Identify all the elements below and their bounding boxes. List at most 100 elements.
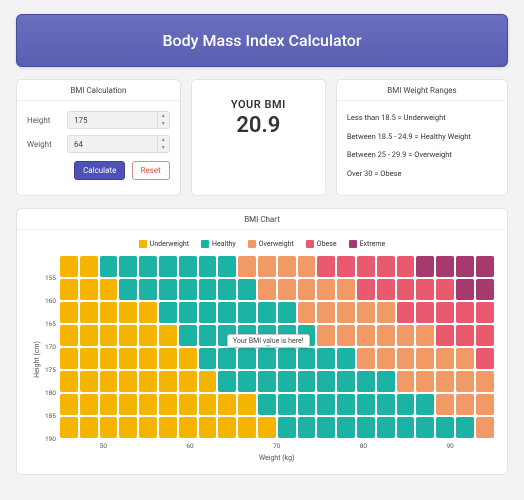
heatmap-cell[interactable] (258, 371, 276, 392)
heatmap-cell[interactable] (60, 348, 78, 369)
heatmap-cell[interactable] (377, 256, 395, 277)
height-input[interactable]: 175 ▴ ▾ (67, 111, 170, 129)
heatmap-cell[interactable] (80, 348, 98, 369)
heatmap-cell[interactable] (60, 417, 78, 438)
heatmap-cell[interactable] (337, 256, 355, 277)
heatmap-cell[interactable] (436, 256, 454, 277)
heatmap-cell[interactable] (298, 256, 316, 277)
heatmap-cell[interactable] (436, 325, 454, 346)
heatmap-cell[interactable] (476, 371, 494, 392)
heatmap-cell[interactable] (139, 302, 157, 323)
heatmap-cell[interactable] (139, 256, 157, 277)
heatmap-cell[interactable] (179, 371, 197, 392)
heatmap-cell[interactable] (139, 325, 157, 346)
heatmap-cell[interactable] (278, 325, 296, 346)
heatmap-cell[interactable] (258, 325, 276, 346)
heatmap-cell[interactable] (278, 371, 296, 392)
heatmap-cell[interactable] (159, 302, 177, 323)
heatmap-cell[interactable] (436, 394, 454, 415)
heatmap-cell[interactable] (60, 371, 78, 392)
heatmap-cell[interactable] (218, 371, 236, 392)
heatmap-cell[interactable] (456, 302, 474, 323)
heatmap-cell[interactable] (317, 256, 335, 277)
heatmap-cell[interactable] (397, 394, 415, 415)
heatmap-cell[interactable] (179, 417, 197, 438)
heatmap-cell[interactable] (258, 302, 276, 323)
heatmap-cell[interactable] (218, 256, 236, 277)
heatmap-cell[interactable] (179, 325, 197, 346)
heatmap-cell[interactable] (139, 279, 157, 300)
stepper-down-icon[interactable]: ▾ (158, 120, 169, 128)
heatmap-cell[interactable] (377, 348, 395, 369)
heatmap-cell[interactable] (317, 371, 335, 392)
heatmap-cell[interactable] (436, 348, 454, 369)
heatmap-cell[interactable] (278, 256, 296, 277)
heatmap-cell[interactable] (476, 256, 494, 277)
heatmap-cell[interactable] (218, 302, 236, 323)
heatmap-cell[interactable] (238, 371, 256, 392)
heatmap-cell[interactable] (179, 302, 197, 323)
weight-input[interactable]: 64 ▴ ▾ (67, 135, 170, 153)
heatmap-cell[interactable] (80, 371, 98, 392)
heatmap-cell[interactable] (416, 394, 434, 415)
heatmap-cell[interactable] (119, 256, 137, 277)
heatmap-cell[interactable] (139, 348, 157, 369)
heatmap-cell[interactable] (416, 348, 434, 369)
heatmap-cell[interactable] (298, 279, 316, 300)
heatmap-cell[interactable] (298, 302, 316, 323)
heatmap-cell[interactable] (238, 348, 256, 369)
heatmap-cell[interactable] (60, 302, 78, 323)
heatmap-cell[interactable] (436, 279, 454, 300)
heatmap-cell[interactable] (298, 348, 316, 369)
heatmap-cell[interactable] (139, 371, 157, 392)
heatmap-cell[interactable] (416, 371, 434, 392)
heatmap-cell[interactable] (377, 325, 395, 346)
heatmap-cell[interactable] (100, 417, 118, 438)
heatmap-cell[interactable] (337, 417, 355, 438)
heatmap-cell[interactable] (298, 394, 316, 415)
heatmap-cell[interactable] (397, 417, 415, 438)
heatmap-cell[interactable] (199, 302, 217, 323)
heatmap-cell[interactable] (377, 394, 395, 415)
heatmap-cell[interactable] (456, 325, 474, 346)
heatmap-cell[interactable] (317, 417, 335, 438)
heatmap-cell[interactable] (179, 256, 197, 277)
heatmap-cell[interactable] (397, 256, 415, 277)
heatmap-cell[interactable] (238, 417, 256, 438)
heatmap-cell[interactable] (337, 348, 355, 369)
reset-button[interactable]: Reset (132, 161, 170, 180)
heatmap-cell[interactable] (357, 302, 375, 323)
heatmap-cell[interactable] (357, 325, 375, 346)
heatmap-cell[interactable] (80, 394, 98, 415)
heatmap-cell[interactable] (238, 279, 256, 300)
heatmap-cell[interactable] (436, 371, 454, 392)
heatmap-cell[interactable] (179, 394, 197, 415)
heatmap-cell[interactable] (397, 371, 415, 392)
heatmap-cell[interactable] (119, 348, 137, 369)
heatmap-cell[interactable] (159, 417, 177, 438)
heatmap-cell[interactable] (357, 348, 375, 369)
heatmap-cell[interactable] (60, 325, 78, 346)
heatmap-cell[interactable] (476, 394, 494, 415)
heatmap-cell[interactable] (456, 348, 474, 369)
heatmap-cell[interactable] (278, 348, 296, 369)
heatmap-cell[interactable] (179, 348, 197, 369)
height-stepper[interactable]: ▴ ▾ (157, 112, 169, 128)
heatmap-cell[interactable] (377, 302, 395, 323)
heatmap-cell[interactable] (199, 371, 217, 392)
heatmap-cell[interactable] (159, 394, 177, 415)
heatmap-cell[interactable] (238, 394, 256, 415)
heatmap-cell[interactable] (159, 325, 177, 346)
heatmap-cell[interactable] (258, 394, 276, 415)
heatmap-cell[interactable] (258, 417, 276, 438)
heatmap-cell[interactable] (357, 256, 375, 277)
heatmap-cell[interactable] (238, 302, 256, 323)
heatmap-cell[interactable] (357, 417, 375, 438)
heatmap-cell[interactable] (337, 394, 355, 415)
heatmap-cell[interactable] (278, 302, 296, 323)
heatmap-cell[interactable] (476, 279, 494, 300)
heatmap-cell[interactable] (80, 417, 98, 438)
stepper-up-icon[interactable]: ▴ (158, 136, 169, 144)
heatmap-cell[interactable] (159, 256, 177, 277)
heatmap-cell[interactable] (337, 279, 355, 300)
